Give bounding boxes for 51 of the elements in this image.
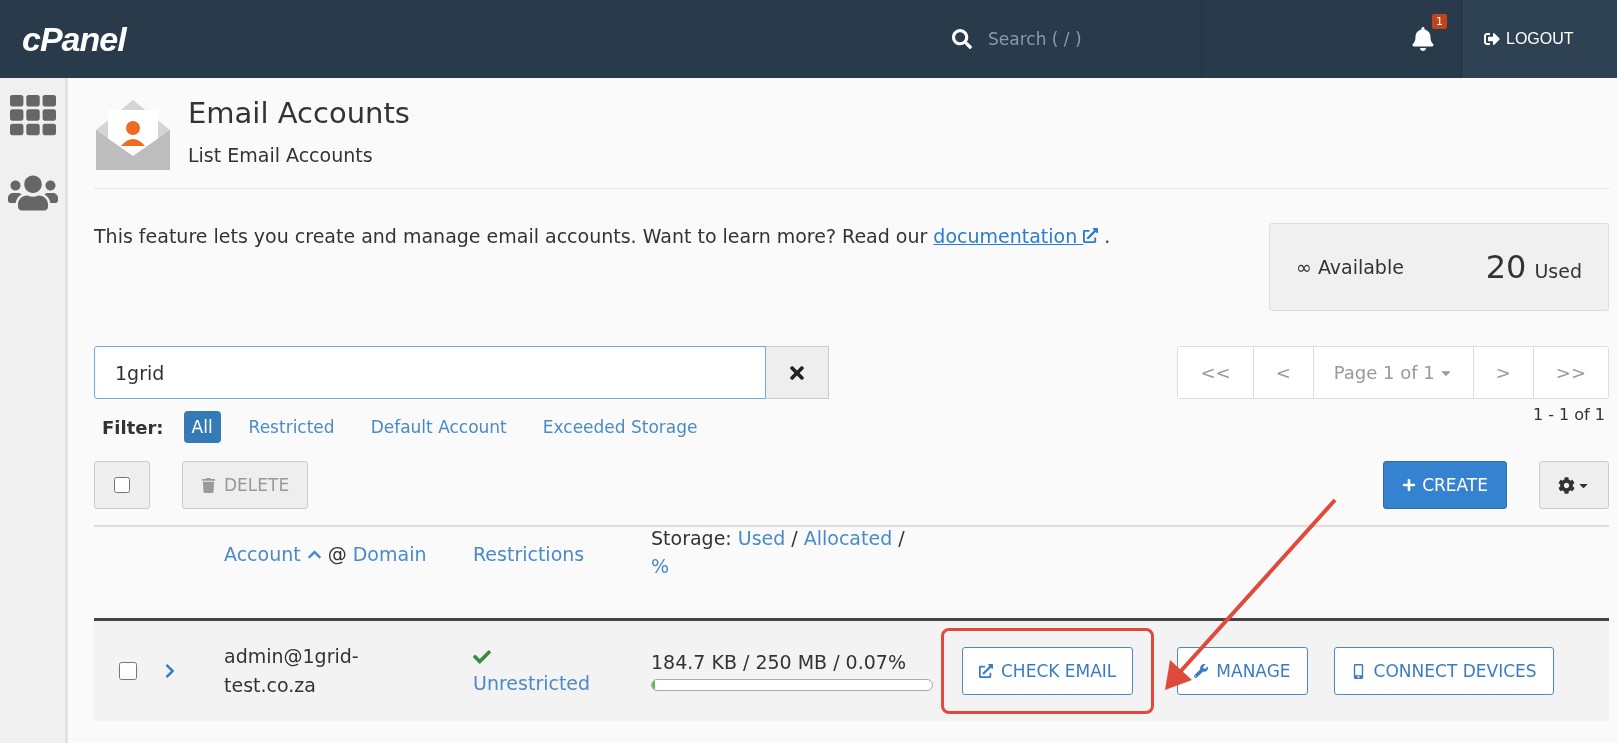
logout-icon [1484,31,1500,47]
storage-usage: 184.7 KB / 250 MB / 0.07% [651,651,906,673]
separator: / [791,527,798,549]
filter-option[interactable]: All [183,411,221,443]
result-range: 1 - 1 of 1 [1532,405,1605,426]
storage-label: Storage: [651,527,732,549]
filter-label: Filter: [102,416,164,438]
check-icon [473,648,491,666]
filter-option[interactable]: Restricted [240,411,343,443]
checkbox-button[interactable] [94,461,150,509]
action-button[interactable]: MANAGE [1177,647,1308,695]
search-field[interactable]: Search ( / ) [988,29,1082,49]
search-icon [952,29,972,49]
allocated-sort-link[interactable]: Allocated [803,527,893,549]
row-checkbox[interactable] [119,662,137,680]
percent-sort-link[interactable]: % [651,555,951,577]
used-sort-link[interactable]: Used [737,527,786,549]
description: This feature lets you create and manage email accounts. Want to learn more? Read our documentation . [94,225,1111,249]
restriction-status: Unrestricted [473,672,591,694]
at-sign: @ [327,543,347,565]
action-button[interactable]: CONNECT DEVICES [1333,647,1554,695]
page-title: Email Accounts [188,96,410,130]
plus-icon [1402,478,1417,492]
separator: / [898,527,905,549]
grid-icon[interactable] [9,92,56,138]
settings-button[interactable] [1539,461,1609,509]
last-page-button[interactable]: >> [1532,347,1608,398]
used-stat: 20 Used [1485,248,1582,286]
documentation-link[interactable]: documentation [933,225,1099,247]
search-field[interactable]: 1grid [94,346,766,399]
page-subtitle: List Email Accounts [188,144,374,166]
email-address: admin@1grid-test.co.za [224,643,360,698]
external-link-icon [979,664,993,678]
filter-option[interactable]: Exceeded Storage [534,411,706,443]
bell-icon[interactable] [1411,27,1435,51]
domain-sort-link[interactable]: Domain [352,543,427,565]
account-sort-link[interactable]: Account [224,543,322,565]
select-all-checkbox[interactable] [114,477,130,493]
create-button[interactable]: CREATE [1383,461,1507,509]
available-stat: ∞ Available [1296,256,1404,278]
settings-icon [1558,476,1575,494]
filter-option[interactable]: Default Account [362,411,515,443]
notification-badge: 1 [1432,14,1447,29]
clear-button[interactable] [766,346,829,399]
logo[interactable]: cPanel [22,19,126,59]
restrictions-sort-link[interactable]: Restrictions [473,543,585,565]
wrench-icon [1194,664,1209,678]
external-link-icon [1083,228,1099,243]
trash-icon [201,477,216,493]
logout-button[interactable]: LOGOUT [1462,0,1617,78]
action-button[interactable]: CHECK EMAIL [962,647,1134,695]
